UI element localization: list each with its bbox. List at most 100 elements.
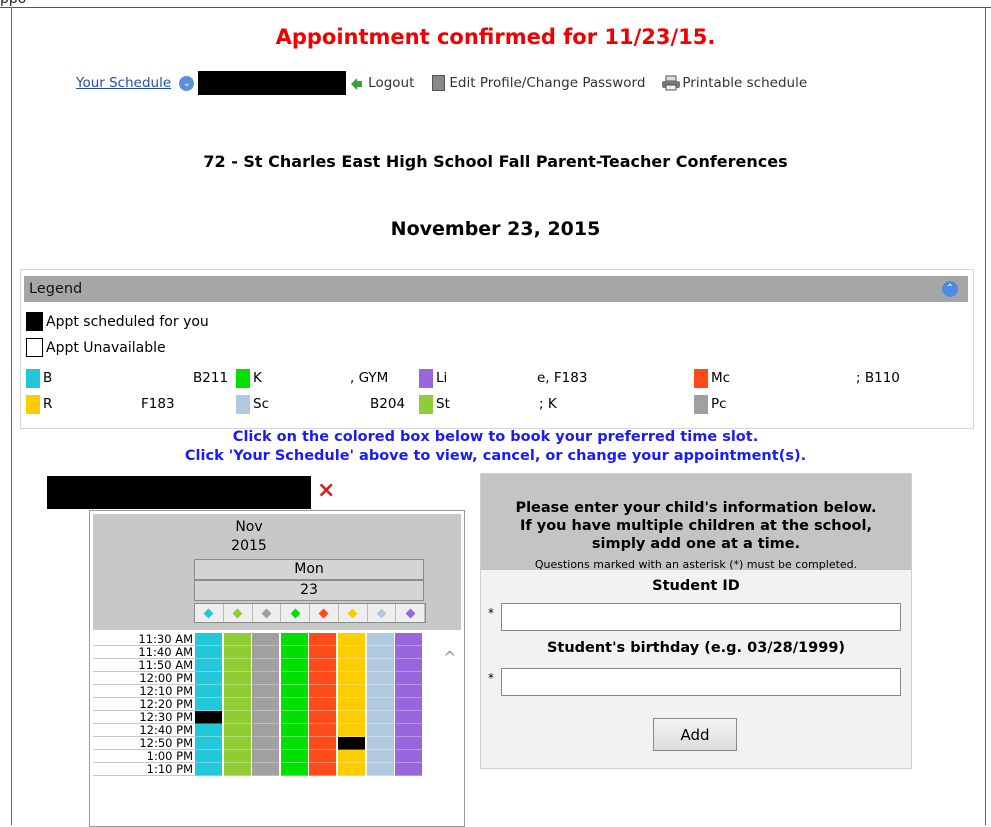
- available-slot[interactable]: [337, 763, 365, 776]
- available-slot[interactable]: [252, 750, 280, 763]
- available-slot[interactable]: [252, 685, 280, 698]
- add-child-button[interactable]: Add: [653, 718, 737, 751]
- printable-schedule-link[interactable]: Printable schedule: [682, 75, 807, 91]
- available-slot[interactable]: [252, 646, 280, 659]
- available-slot[interactable]: [280, 685, 308, 698]
- available-slot[interactable]: [280, 698, 308, 711]
- available-slot[interactable]: [309, 633, 337, 646]
- available-slot[interactable]: [280, 724, 308, 737]
- available-slot[interactable]: [195, 763, 222, 776]
- available-slot[interactable]: [309, 737, 337, 750]
- edit-profile-link[interactable]: Edit Profile/Change Password: [449, 75, 645, 91]
- your-schedule-link[interactable]: Your Schedule: [76, 75, 171, 91]
- available-slot[interactable]: [223, 646, 251, 659]
- available-slot[interactable]: [252, 672, 280, 685]
- available-slot[interactable]: [280, 763, 308, 776]
- available-slot[interactable]: [280, 711, 308, 724]
- available-slot[interactable]: [280, 633, 308, 646]
- available-slot[interactable]: [395, 646, 423, 659]
- available-slot[interactable]: [195, 659, 222, 672]
- logout-link[interactable]: Logout: [368, 75, 414, 91]
- available-slot[interactable]: [223, 763, 251, 776]
- available-slot[interactable]: [366, 672, 394, 685]
- available-slot[interactable]: [309, 763, 337, 776]
- available-slot[interactable]: [195, 698, 222, 711]
- available-slot[interactable]: [337, 685, 365, 698]
- available-slot[interactable]: [309, 659, 337, 672]
- available-slot[interactable]: [337, 724, 365, 737]
- available-slot[interactable]: [195, 646, 222, 659]
- scroll-up-icon[interactable]: ^: [443, 648, 456, 667]
- available-slot[interactable]: [223, 750, 251, 763]
- available-slot[interactable]: [280, 672, 308, 685]
- available-slot[interactable]: [309, 698, 337, 711]
- booked-slot[interactable]: [337, 737, 365, 750]
- available-slot[interactable]: [337, 659, 365, 672]
- available-slot[interactable]: [366, 763, 394, 776]
- available-slot[interactable]: [395, 672, 423, 685]
- available-slot[interactable]: [366, 698, 394, 711]
- available-slot[interactable]: [366, 646, 394, 659]
- available-slot[interactable]: [252, 724, 280, 737]
- available-slot[interactable]: [223, 724, 251, 737]
- available-slot[interactable]: [337, 646, 365, 659]
- available-slot[interactable]: [223, 711, 251, 724]
- available-slot[interactable]: [252, 633, 280, 646]
- available-slot[interactable]: [195, 672, 222, 685]
- available-slot[interactable]: [195, 633, 222, 646]
- available-slot[interactable]: [280, 659, 308, 672]
- available-slot[interactable]: [395, 737, 423, 750]
- available-slot[interactable]: [309, 672, 337, 685]
- available-slot[interactable]: [195, 737, 222, 750]
- available-slot[interactable]: [366, 711, 394, 724]
- birthday-input[interactable]: [501, 668, 901, 696]
- available-slot[interactable]: [309, 750, 337, 763]
- available-slot[interactable]: [280, 737, 308, 750]
- collapse-icon[interactable]: ⌃: [942, 281, 958, 297]
- available-slot[interactable]: [395, 711, 423, 724]
- available-slot[interactable]: [195, 750, 222, 763]
- available-slot[interactable]: [395, 724, 423, 737]
- available-slot[interactable]: [252, 698, 280, 711]
- available-slot[interactable]: [280, 646, 308, 659]
- student-id-input[interactable]: [501, 603, 901, 631]
- available-slot[interactable]: [252, 711, 280, 724]
- available-slot[interactable]: [252, 763, 280, 776]
- available-slot[interactable]: [395, 685, 423, 698]
- available-slot[interactable]: [280, 750, 308, 763]
- available-slot[interactable]: [223, 685, 251, 698]
- available-slot[interactable]: [195, 685, 222, 698]
- available-slot[interactable]: [395, 750, 423, 763]
- available-slot[interactable]: [366, 737, 394, 750]
- legend-header[interactable]: Legend ⌃: [24, 276, 968, 302]
- available-slot[interactable]: [395, 763, 423, 776]
- available-slot[interactable]: [337, 633, 365, 646]
- edit-profile-icon[interactable]: [432, 75, 446, 91]
- available-slot[interactable]: [366, 750, 394, 763]
- available-slot[interactable]: [337, 750, 365, 763]
- available-slot[interactable]: [195, 724, 222, 737]
- available-slot[interactable]: [337, 711, 365, 724]
- available-slot[interactable]: [252, 659, 280, 672]
- available-slot[interactable]: [309, 646, 337, 659]
- available-slot[interactable]: [366, 724, 394, 737]
- available-slot[interactable]: [223, 659, 251, 672]
- available-slot[interactable]: [223, 672, 251, 685]
- available-slot[interactable]: [337, 698, 365, 711]
- available-slot[interactable]: [223, 698, 251, 711]
- logout-icon[interactable]: [348, 75, 364, 91]
- available-slot[interactable]: [309, 685, 337, 698]
- available-slot[interactable]: [223, 737, 251, 750]
- printer-icon[interactable]: [661, 75, 681, 91]
- available-slot[interactable]: [366, 685, 394, 698]
- available-slot[interactable]: [252, 737, 280, 750]
- available-slot[interactable]: [309, 724, 337, 737]
- available-slot[interactable]: [366, 659, 394, 672]
- available-slot[interactable]: [337, 672, 365, 685]
- available-slot[interactable]: [395, 698, 423, 711]
- available-slot[interactable]: [395, 633, 423, 646]
- available-slot[interactable]: [395, 659, 423, 672]
- schedule-dropdown-icon[interactable]: ⌄: [179, 75, 195, 91]
- remove-teacher-icon[interactable]: ×: [317, 478, 335, 504]
- booked-slot[interactable]: [195, 711, 222, 724]
